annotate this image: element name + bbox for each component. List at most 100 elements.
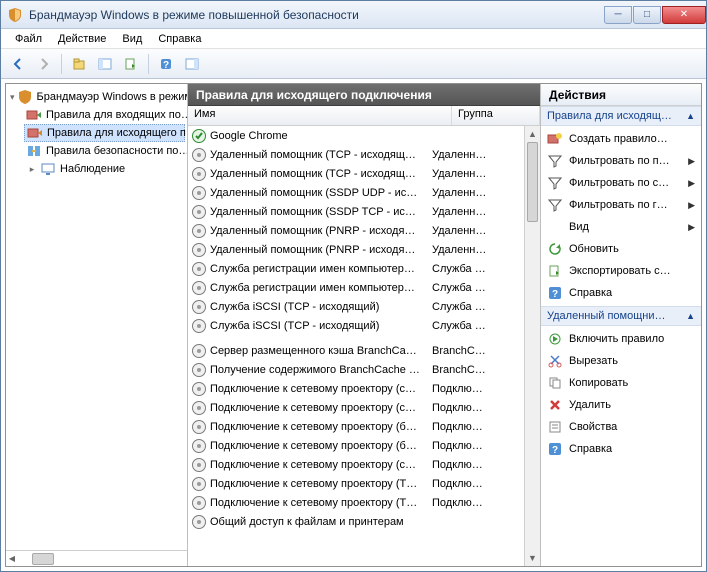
menubar: Файл Действие Вид Справка <box>1 29 706 49</box>
rule-row[interactable]: Подключение к сетевому проектору (б…Подк… <box>188 417 524 436</box>
action-filter-profile[interactable]: Фильтровать по п…▶ <box>541 150 701 172</box>
tree-item-outbound[interactable]: Правила для исходящего п <box>24 124 185 142</box>
rule-group: BranchC… <box>432 364 520 376</box>
scroll-thumb[interactable] <box>527 142 538 222</box>
rule-row[interactable]: Общий доступ к файлам и принтерам <box>188 512 524 531</box>
rule-row[interactable]: Служба iSCSI (TCP - исходящий)Служба … <box>188 297 524 316</box>
disabled-icon <box>192 401 206 415</box>
action-view[interactable]: Вид▶ <box>541 216 701 238</box>
disabled-icon <box>192 148 206 162</box>
rule-group: Удаленн… <box>432 168 520 180</box>
rule-group: Подклю… <box>432 383 520 395</box>
col-name[interactable]: Имя <box>188 106 452 125</box>
rule-row[interactable]: Удаленный помощник (PNRP - исходя…Удален… <box>188 240 524 259</box>
back-button[interactable] <box>7 53 29 75</box>
properties-icon <box>547 419 563 435</box>
export-list-button[interactable] <box>120 53 142 75</box>
forward-button[interactable] <box>33 53 55 75</box>
rule-row[interactable]: Удаленный помощник (TCP - исходящ…Удален… <box>188 145 524 164</box>
rule-name: Общий доступ к файлам и принтерам <box>210 516 432 528</box>
action-help-2[interactable]: ?Справка <box>541 438 701 460</box>
action-copy[interactable]: Копировать <box>541 372 701 394</box>
toolbar-sep <box>61 54 62 74</box>
tree-item-inbound[interactable]: Правила для входящих по… <box>24 106 185 124</box>
disabled-icon <box>192 262 206 276</box>
filter-icon <box>547 197 563 213</box>
rule-name: Служба iSCSI (TCP - исходящий) <box>210 301 432 313</box>
up-button[interactable] <box>68 53 90 75</box>
disabled-icon <box>192 496 206 510</box>
rule-group: Подклю… <box>432 497 520 509</box>
rule-row[interactable]: Удаленный помощник (SSDP TCP - ис…Удален… <box>188 202 524 221</box>
action-help[interactable]: ?Справка <box>541 282 701 304</box>
rule-row[interactable]: Удаленный помощник (TCP - исходящ…Удален… <box>188 164 524 183</box>
tree-item-monitoring[interactable]: ▸ Наблюдение <box>24 160 185 178</box>
action-properties[interactable]: Свойства <box>541 416 701 438</box>
action-filter-state[interactable]: Фильтровать по с…▶ <box>541 172 701 194</box>
rule-list[interactable]: Google ChromeУдаленный помощник (TCP - и… <box>188 126 524 566</box>
rule-row[interactable]: Получение содержимого BranchCache …Branc… <box>188 360 524 379</box>
center-header: Правила для исходящего подключения <box>188 84 540 106</box>
help-icon: ? <box>547 285 563 301</box>
tree-hscrollbar[interactable]: ◀ <box>6 550 187 566</box>
scroll-up-icon[interactable]: ▲ <box>525 126 540 142</box>
disabled-icon <box>192 224 206 238</box>
actions-pane: Действия Правила для исходящ… ▲ Создать … <box>541 84 701 566</box>
rule-name: Подключение к сетевому проектору (с… <box>210 459 432 471</box>
tree-item-connsec[interactable]: Правила безопасности по… <box>24 142 185 160</box>
maximize-button[interactable]: □ <box>633 6 661 24</box>
expand-icon[interactable]: ▾ <box>10 91 15 103</box>
help-icon: ? <box>547 441 563 457</box>
rule-row[interactable]: Подключение к сетевому проектору (T…Подк… <box>188 493 524 512</box>
rule-group: Подклю… <box>432 459 520 471</box>
show-hide-actions-button[interactable] <box>181 53 203 75</box>
disabled-icon <box>192 439 206 453</box>
tree-pane: ▾ Брандмауэр Windows в режим Правила для… <box>6 84 188 566</box>
menu-file[interactable]: Файл <box>7 31 50 47</box>
rule-row[interactable]: Подключение к сетевому проектору (с…Подк… <box>188 455 524 474</box>
collapse-icon: ▲ <box>686 311 695 321</box>
rule-name: Подключение к сетевому проектору (T… <box>210 478 432 490</box>
rule-row[interactable]: Сервер размещенного кэша BranchCa…Branch… <box>188 341 524 360</box>
action-enable[interactable]: Включить правило <box>541 328 701 350</box>
menu-action[interactable]: Действие <box>50 31 114 47</box>
action-new-rule[interactable]: Создать правило… <box>541 128 701 150</box>
help-button[interactable]: ? <box>155 53 177 75</box>
scroll-down-icon[interactable]: ▼ <box>525 550 540 566</box>
rule-row[interactable]: Удаленный помощник (PNRP - исходя…Удален… <box>188 221 524 240</box>
close-button[interactable]: ✕ <box>662 6 706 24</box>
rule-row[interactable]: Подключение к сетевому проектору (с…Подк… <box>188 379 524 398</box>
action-filter-group[interactable]: Фильтровать по г…▶ <box>541 194 701 216</box>
menu-view[interactable]: Вид <box>114 31 150 47</box>
rule-group: Подклю… <box>432 440 520 452</box>
disabled-icon <box>192 363 206 377</box>
titlebar: Брандмауэр Windows в режиме повышенной б… <box>1 1 706 29</box>
action-cut[interactable]: Вырезать <box>541 350 701 372</box>
rule-row[interactable]: Служба регистрации имен компьютер…Служба… <box>188 259 524 278</box>
rule-row[interactable]: Google Chrome <box>188 126 524 145</box>
rule-row[interactable]: Служба iSCSI (TCP - исходящий)Служба … <box>188 316 524 335</box>
col-group[interactable]: Группа <box>452 106 540 125</box>
rule-row[interactable]: Подключение к сетевому проектору (с…Подк… <box>188 398 524 417</box>
rule-row[interactable]: Удаленный помощник (SSDP UDP - ис…Удален… <box>188 183 524 202</box>
rule-row[interactable]: Служба регистрации имен компьютер…Служба… <box>188 278 524 297</box>
menu-help[interactable]: Справка <box>150 31 209 47</box>
tree-item-label: Наблюдение <box>60 163 125 175</box>
expand-icon[interactable]: ▸ <box>26 163 38 175</box>
action-delete[interactable]: Удалить <box>541 394 701 416</box>
rule-row[interactable]: Подключение к сетевому проектору (T…Подк… <box>188 474 524 493</box>
rule-name: Подключение к сетевому проектору (T… <box>210 497 432 509</box>
action-export[interactable]: Экспортировать с… <box>541 260 701 282</box>
vscrollbar[interactable]: ▲ ▼ <box>524 126 540 566</box>
rule-group: Удаленн… <box>432 149 520 161</box>
rule-row[interactable]: Подключение к сетевому проектору (б…Подк… <box>188 436 524 455</box>
rule-name: Удаленный помощник (PNRP - исходя… <box>210 225 432 237</box>
disabled-icon <box>192 382 206 396</box>
show-hide-tree-button[interactable] <box>94 53 116 75</box>
actions-section-selected[interactable]: Удаленный помощни… ▲ <box>541 306 701 326</box>
action-refresh[interactable]: Обновить <box>541 238 701 260</box>
rule-group: Служба … <box>432 263 520 275</box>
tree-root[interactable]: ▾ Брандмауэр Windows в режим <box>8 88 185 106</box>
actions-section-outbound[interactable]: Правила для исходящ… ▲ <box>541 106 701 126</box>
minimize-button[interactable]: ─ <box>604 6 632 24</box>
